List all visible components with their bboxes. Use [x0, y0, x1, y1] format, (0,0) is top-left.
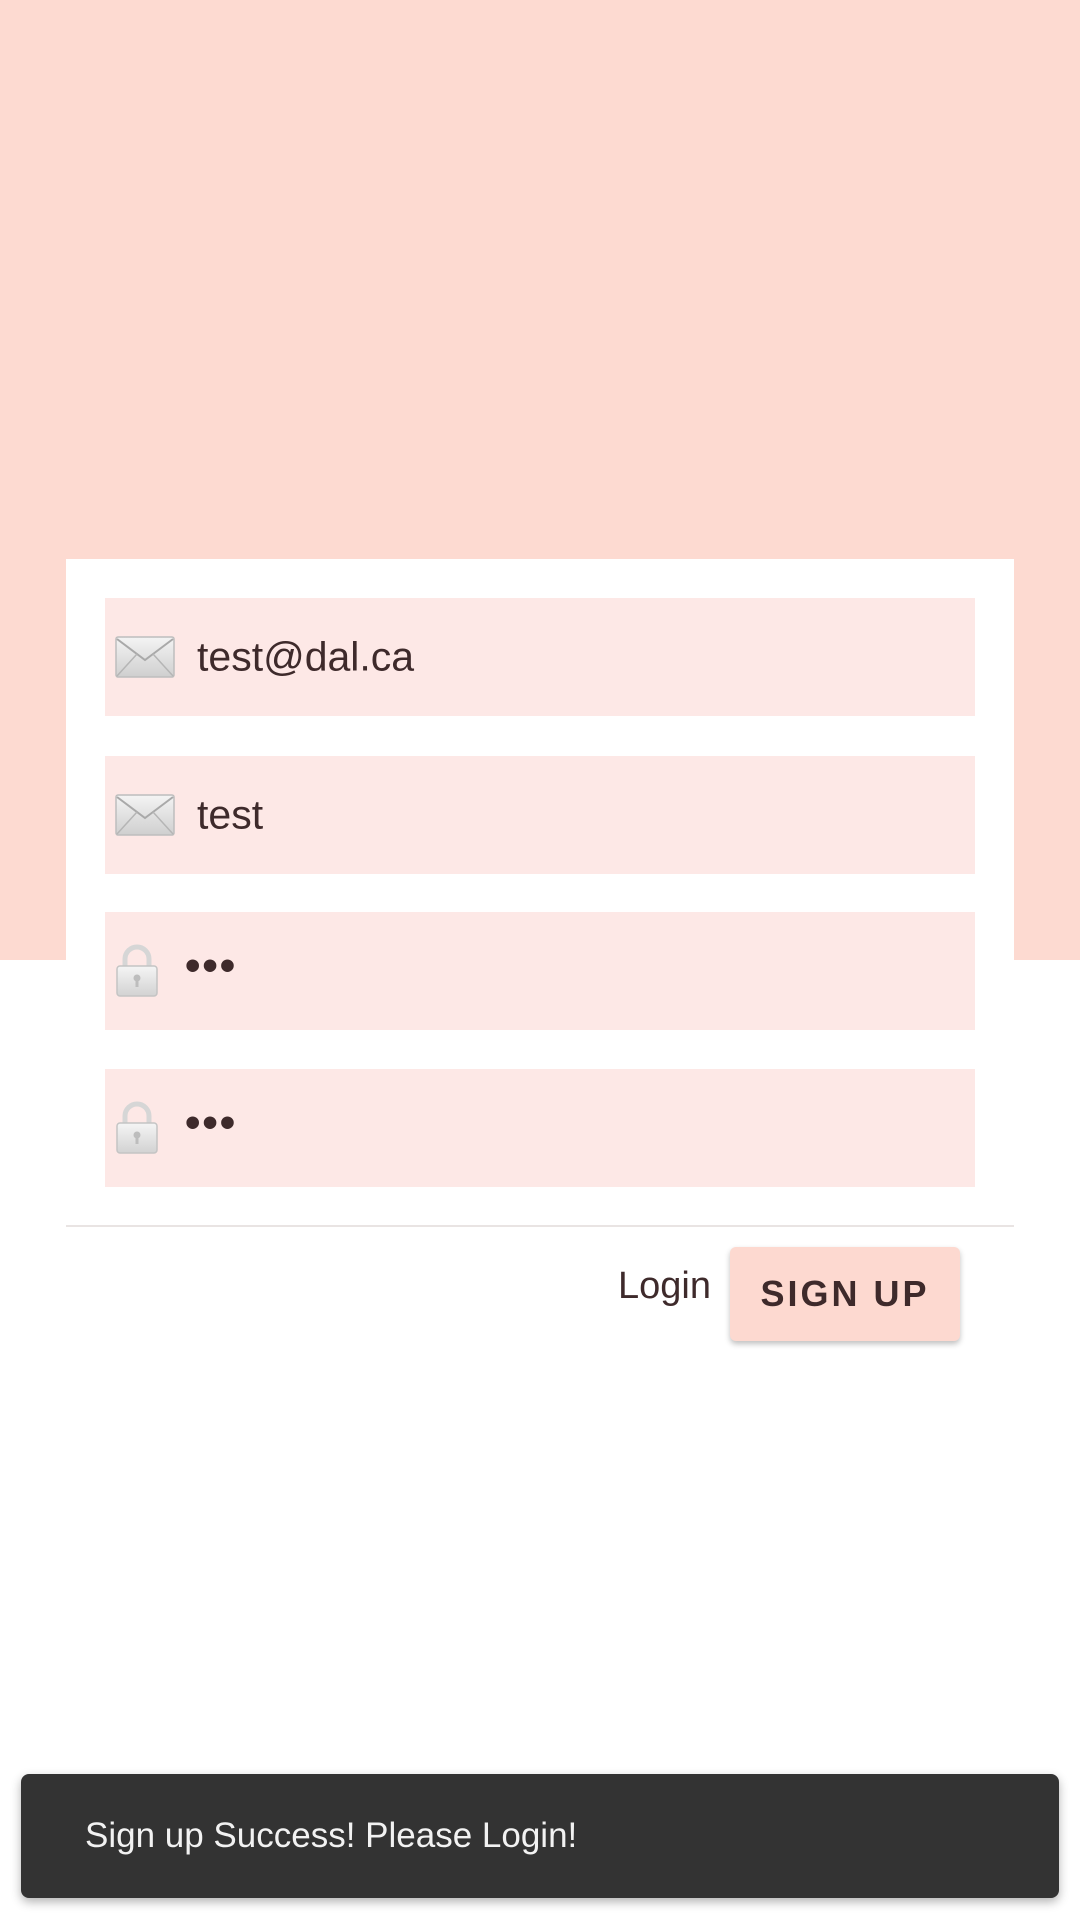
username-field[interactable]: test — [105, 756, 975, 874]
snackbar-message: Sign up Success! Please Login! — [85, 1816, 578, 1855]
signup-button[interactable]: SIGN UP — [730, 1247, 960, 1341]
login-link[interactable]: Login — [618, 1265, 711, 1308]
signup-card: test@dal.ca test ••• ••• Login SIGN UP — [66, 559, 1014, 1359]
snackbar: Sign up Success! Please Login! — [21, 1774, 1059, 1898]
envelope-icon — [115, 794, 175, 836]
password-value: ••• — [185, 941, 238, 990]
lock-icon — [116, 1101, 158, 1154]
email-field[interactable]: test@dal.ca — [105, 598, 975, 716]
signup-screen: test@dal.ca test ••• ••• Login SIGN UP S… — [0, 0, 1080, 1920]
password-field[interactable]: ••• — [105, 912, 975, 1030]
email-value: test@dal.ca — [197, 633, 415, 680]
confirm-password-field[interactable]: ••• — [105, 1069, 975, 1187]
confirm-password-value: ••• — [185, 1098, 238, 1147]
username-value: test — [197, 791, 264, 838]
lock-icon — [116, 944, 158, 997]
divider — [66, 1225, 1014, 1227]
envelope-icon — [115, 636, 175, 678]
